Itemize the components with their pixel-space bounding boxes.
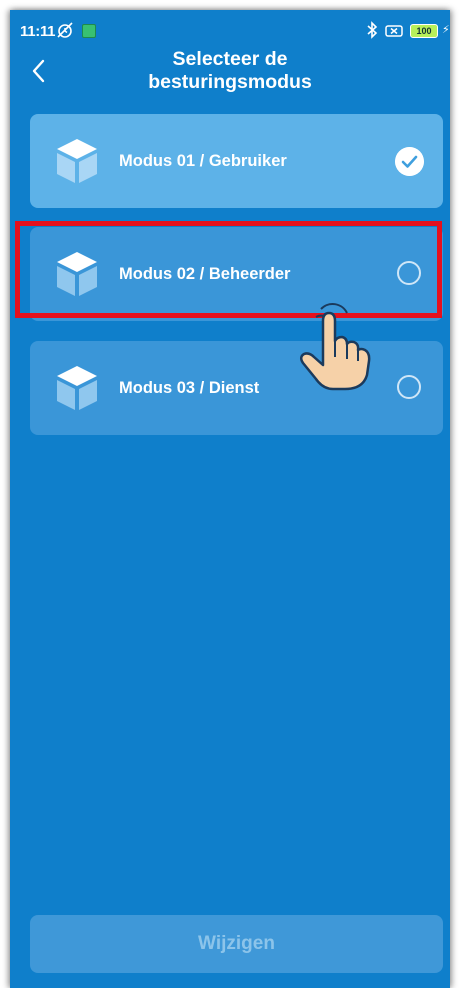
back-arrow-icon[interactable] [26,56,52,86]
app-notification-icon [82,24,96,38]
alarm-off-icon [57,22,73,38]
bluetooth-icon [367,21,378,39]
no-sim-icon [385,25,403,37]
cube-icon [57,366,97,410]
status-bar: 11:11 100 ⚡ [10,10,450,50]
mode-option-02[interactable]: Modus 02 / Beheerder [30,227,443,321]
mode-option-label: Modus 02 / Beheerder [119,265,291,283]
cube-icon [57,139,97,183]
page-title-line-1: Selecteer de [172,48,288,70]
radio-unselected-icon [397,261,421,285]
mode-option-label: Modus 01 / Gebruiker [119,152,287,170]
radio-unselected-icon [397,375,421,399]
change-button[interactable]: Wijzigen [30,915,443,973]
checkmark-selected-icon [395,147,424,176]
cube-icon [57,252,97,296]
mode-option-label: Modus 03 / Dienst [119,379,260,397]
page-title-line-2: besturingsmodus [148,71,312,93]
mode-option-03[interactable]: Modus 03 / Dienst [30,341,443,435]
battery-indicator: 100 [410,24,438,38]
charging-icon: ⚡ [442,24,450,36]
mode-option-01[interactable]: Modus 01 / Gebruiker [30,114,443,208]
status-time: 11:11 [20,23,56,40]
app-screen: 11:11 100 ⚡ Selecteer de besturingsmodus… [10,10,450,988]
page-title: Selecteer de besturingsmodus [80,48,380,94]
